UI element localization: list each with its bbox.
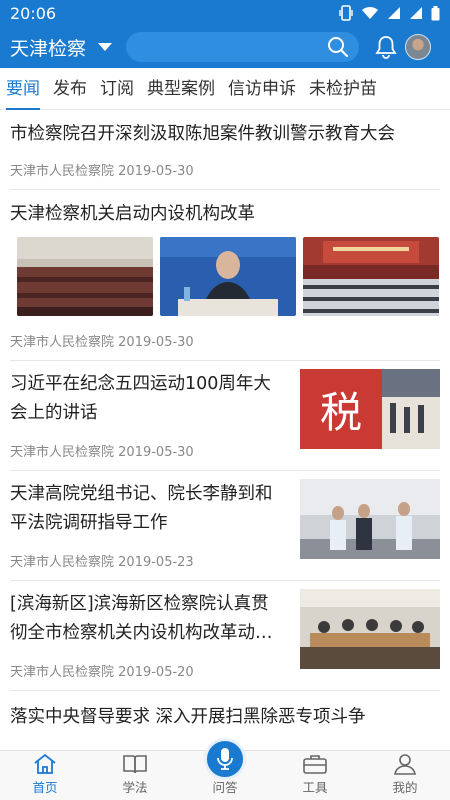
article-source: 天津市人民检察院 <box>10 335 115 350</box>
list-item[interactable]: 天津高院党组书记、院长李静到和平法院调研指导工作 天津市人民检察院 2019-0… <box>10 471 440 581</box>
search-icon[interactable] <box>327 36 349 58</box>
article-source: 天津市人民检察院 <box>10 665 115 680</box>
app-bar: 天津检察 <box>0 26 450 68</box>
tab-minor-protection[interactable]: 未检护苗 <box>309 68 377 110</box>
nav-label: 我的 <box>392 780 418 795</box>
article-thumbnail[interactable]: 税 <box>300 369 440 449</box>
nav-tools[interactable]: 工具 <box>270 751 360 800</box>
search-input[interactable] <box>126 32 360 62</box>
list-item[interactable]: 市检察院召开深刻汲取陈旭案件教训警示教育大会 天津市人民检察院 2019-05-… <box>10 110 440 190</box>
article-date: 2019-05-20 <box>118 665 194 680</box>
list-item[interactable]: [滨海新区]滨海新区检察院认真贯彻全市检察机关内设机构改革动… 天津市人民检察院… <box>10 581 440 691</box>
tab-news[interactable]: 要闻 <box>6 68 40 110</box>
article-date: 2019-05-30 <box>118 335 194 350</box>
vibrate-icon <box>339 5 353 21</box>
article-meta: 天津市人民检察院 2019-05-23 <box>10 551 194 570</box>
nav-label: 学法 <box>122 780 148 795</box>
tab-petition[interactable]: 信访申诉 <box>228 68 296 110</box>
article-meta: 天津市人民检察院 2019-05-30 <box>10 441 194 460</box>
list-item[interactable]: 落实中央督导要求 深入开展扫黑除恶专项斗争 <box>10 691 440 745</box>
article-image[interactable] <box>303 237 439 316</box>
list-item[interactable]: 习近平在纪念五四运动100周年大会上的讲话 天津市人民检察院 2019-05-3… <box>10 361 440 471</box>
article-image-row <box>17 237 440 316</box>
status-bar: 20:06 <box>0 0 450 26</box>
qa-voice-button[interactable] <box>204 738 246 780</box>
battery-icon <box>431 5 440 20</box>
article-image[interactable] <box>160 237 296 316</box>
book-icon <box>123 755 147 774</box>
article-source: 天津市人民检察院 <box>10 445 115 460</box>
nav-study-law[interactable]: 学法 <box>90 751 180 800</box>
article-date: 2019-05-30 <box>118 445 194 460</box>
article-meta: 天津市人民检察院 2019-05-30 <box>10 160 194 179</box>
article-thumbnail[interactable] <box>300 479 440 559</box>
article-title[interactable]: 天津高院党组书记、院长李静到和平法院调研指导工作 <box>10 480 285 538</box>
nav-label: 工具 <box>302 780 328 795</box>
user-icon <box>394 754 416 775</box>
article-meta: 天津市人民检察院 2019-05-20 <box>10 661 194 680</box>
article-title[interactable]: [滨海新区]滨海新区检察院认真贯彻全市检察机关内设机构改革动… <box>10 590 285 648</box>
nav-label: 首页 <box>32 780 58 795</box>
nav-mine[interactable]: 我的 <box>360 751 450 800</box>
article-title[interactable]: 天津检察机关启动内设机构改革 <box>10 190 440 229</box>
toolbox-icon <box>303 755 327 774</box>
status-time: 20:06 <box>10 3 57 23</box>
mic-icon <box>217 748 233 770</box>
tab-typical-cases[interactable]: 典型案例 <box>147 68 215 110</box>
article-date: 2019-05-23 <box>118 555 194 570</box>
app-title: 天津检察 <box>10 37 87 60</box>
tab-subscribe[interactable]: 订阅 <box>100 68 134 110</box>
news-feed: 市检察院召开深刻汲取陈旭案件教训警示教育大会 天津市人民检察院 2019-05-… <box>0 110 450 750</box>
article-meta: 天津市人民检察院 2019-05-30 <box>10 331 194 350</box>
status-icons <box>339 5 440 21</box>
article-title[interactable]: 习近平在纪念五四运动100周年大会上的讲话 <box>10 370 285 428</box>
article-title[interactable]: 市检察院召开深刻汲取陈旭案件教训警示教育大会 <box>10 120 440 149</box>
region-dropdown-caret-icon[interactable] <box>98 43 113 51</box>
wifi-icon <box>362 6 378 19</box>
home-icon <box>34 753 56 774</box>
nav-home[interactable]: 首页 <box>0 751 90 800</box>
article-thumbnail[interactable] <box>300 589 440 669</box>
thumbnail-character: 税 <box>320 388 362 437</box>
signal-icon <box>388 7 400 19</box>
article-date: 2019-05-30 <box>118 164 194 179</box>
bell-icon[interactable] <box>375 35 397 59</box>
signal-icon-2 <box>410 7 422 19</box>
category-tabs: 要闻 发布 订阅 典型案例 信访申诉 未检护苗 <box>0 68 450 110</box>
article-image[interactable] <box>17 237 153 316</box>
avatar[interactable] <box>405 34 432 60</box>
tab-publish[interactable]: 发布 <box>53 68 87 110</box>
article-source: 天津市人民检察院 <box>10 164 115 179</box>
article-title[interactable]: 落实中央督导要求 深入开展扫黑除恶专项斗争 <box>10 703 440 732</box>
article-source: 天津市人民检察院 <box>10 555 115 570</box>
list-item[interactable]: 天津检察机关启动内设机构改革 天津市人民检察院 2019-05-30 <box>10 190 440 361</box>
